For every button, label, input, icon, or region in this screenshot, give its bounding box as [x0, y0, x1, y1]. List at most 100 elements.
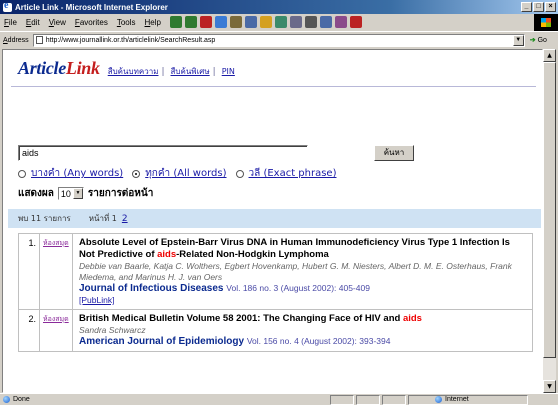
window-controls: _ □ ×: [521, 2, 556, 12]
logo-link: Link: [65, 58, 100, 78]
title-highlight: aids: [157, 249, 177, 260]
radio-any-words-label[interactable]: บางคำ (Any words): [31, 166, 123, 181]
back-icon[interactable]: [170, 16, 182, 28]
library-link[interactable]: ห้องสมุด: [40, 310, 73, 351]
publink-link[interactable]: [PubLink]: [79, 295, 528, 306]
table-row: 1. ห้องสมุด Absolute Level of Epstein-Ba…: [19, 234, 532, 310]
nav-advanced-search[interactable]: สืบค้นพิเศษ: [171, 65, 210, 78]
nav-search-articles[interactable]: สืบค้นบทความ: [108, 65, 159, 78]
go-label: Go: [537, 36, 547, 44]
window-title: Article Link - Microsoft Internet Explor…: [15, 2, 168, 12]
address-input[interactable]: http://www.journallink.or.th/articlelink…: [32, 33, 525, 47]
internet-zone-icon: [435, 396, 442, 403]
found-count: พบ 11 รายการ: [18, 214, 71, 223]
scroll-thumb[interactable]: [543, 62, 556, 358]
mail-icon[interactable]: [290, 16, 302, 28]
show-label: แสดงผล: [18, 188, 54, 199]
minimize-button[interactable]: _: [521, 2, 532, 12]
menu-view[interactable]: View: [49, 18, 66, 27]
forward-icon[interactable]: [185, 16, 197, 28]
results-table: 1. ห้องสมุด Absolute Level of Epstein-Ba…: [18, 233, 533, 352]
radio-all-words-label[interactable]: ทุกคำ (All words): [145, 166, 226, 181]
print-icon[interactable]: [305, 16, 317, 28]
title-bar[interactable]: Article Link - Microsoft Internet Explor…: [0, 0, 558, 14]
result-number: 1.: [19, 234, 40, 309]
nav-separator: |: [212, 67, 216, 77]
search-icon[interactable]: [245, 16, 257, 28]
radio-any-words[interactable]: [18, 169, 26, 178]
page-2-link[interactable]: 2: [122, 214, 128, 224]
results-summary-bar: พบ 11 รายการ หน้าที่ 1 2: [8, 209, 541, 228]
messenger-icon[interactable]: [350, 16, 362, 28]
radio-exact-phrase-label[interactable]: วลี (Exact phrase): [249, 166, 337, 181]
zone-label: Internet: [445, 396, 469, 403]
nav-separator: |: [161, 67, 165, 77]
result-details: Absolute Level of Epstein-Barr Virus DNA…: [73, 234, 532, 309]
status-done: Done: [0, 396, 330, 403]
result-journal: American Journal of Epidemiology Vol. 15…: [79, 336, 528, 348]
menu-help[interactable]: Help: [145, 18, 161, 27]
status-cell: [356, 394, 380, 405]
site-header: ArticleLink สืบค้นบทความ | สืบค้นพิเศษ |…: [18, 58, 235, 79]
address-bar: Address http://www.journallink.or.th/art…: [0, 31, 558, 48]
page-done-icon: [3, 396, 10, 403]
toolbar: [170, 15, 362, 29]
page-content: ArticleLink สืบค้นบทความ | สืบค้นพิเศษ |…: [2, 49, 543, 393]
scroll-down-icon[interactable]: ▼: [543, 380, 556, 393]
result-title[interactable]: Absolute Level of Epstein-Barr Virus DNA…: [79, 237, 528, 261]
radio-exact-phrase[interactable]: [235, 169, 244, 178]
close-button[interactable]: ×: [545, 2, 556, 12]
per-page-value: 10: [60, 188, 71, 199]
table-row: 2. ห้องสมุด British Medical Bulletin Vol…: [19, 310, 532, 351]
journal-name: American Journal of Epidemiology: [79, 336, 245, 347]
address-url: http://www.journallink.or.th/articlelink…: [45, 36, 216, 44]
vertical-scrollbar[interactable]: ▲ ▼: [543, 49, 556, 393]
search-button[interactable]: ค้นหา: [374, 145, 414, 161]
title-text: British Medical Bulletin Volume 58 2001:…: [79, 313, 403, 324]
discuss-icon[interactable]: [335, 16, 347, 28]
menu-favorites[interactable]: Favorites: [75, 18, 108, 27]
result-authors: Debbie van Baarle, Katja C. Wolthers, Eg…: [79, 261, 512, 282]
go-arrow-icon: ➔: [529, 37, 536, 44]
history-icon[interactable]: [275, 16, 287, 28]
status-text: Done: [13, 396, 30, 403]
title-highlight: aids: [402, 313, 422, 324]
chevron-down-icon[interactable]: ▼: [72, 188, 83, 199]
address-label: Address: [3, 36, 29, 44]
menu-edit[interactable]: Edit: [26, 18, 40, 27]
windows-logo-icon: [534, 14, 558, 31]
status-bar: Done Internet: [0, 393, 558, 405]
result-details: British Medical Bulletin Volume 58 2001:…: [73, 310, 532, 351]
radio-all-words[interactable]: [132, 169, 141, 178]
result-journal: Journal of Infectious Diseases Vol. 186 …: [79, 283, 528, 295]
result-authors: Sandra Schwarcz: [79, 325, 146, 335]
home-icon[interactable]: [230, 16, 242, 28]
nav-pin[interactable]: PIN: [222, 67, 235, 76]
page-icon: [35, 36, 43, 44]
status-cell: [382, 394, 406, 405]
per-page-select[interactable]: 10 ▼: [57, 187, 84, 200]
address-dropdown-icon[interactable]: ▼: [512, 34, 524, 46]
maximize-button[interactable]: □: [533, 2, 544, 12]
search-mode-options: บางคำ (Any words) ทุกคำ (All words) วลี …: [18, 166, 346, 181]
menu-tools[interactable]: Tools: [117, 18, 136, 27]
favorites-icon[interactable]: [260, 16, 272, 28]
edit-icon[interactable]: [320, 16, 332, 28]
go-button[interactable]: ➔ Go: [529, 36, 547, 45]
results-per-page: แสดงผล 10 ▼ รายการต่อหน้า: [18, 186, 153, 201]
stop-icon[interactable]: [200, 16, 212, 28]
title-text-end: -Related Non-Hodgkin Lymphoma: [176, 249, 329, 260]
library-link[interactable]: ห้องสมุด: [40, 234, 73, 309]
ie-icon: [3, 0, 12, 12]
header-divider: [11, 86, 536, 87]
security-zone: Internet: [408, 394, 528, 405]
status-cell: [330, 394, 354, 405]
result-title[interactable]: British Medical Bulletin Volume 58 2001:…: [79, 313, 528, 325]
search-input[interactable]: aids: [18, 145, 308, 161]
journal-name: Journal of Infectious Diseases: [79, 283, 224, 294]
refresh-icon[interactable]: [215, 16, 227, 28]
site-logo[interactable]: ArticleLink: [18, 58, 100, 79]
menu-file[interactable]: File: [4, 18, 17, 27]
scroll-up-icon[interactable]: ▲: [543, 49, 556, 62]
journal-volume: Vol. 186 no. 3 (August 2002): 405-409: [226, 283, 370, 293]
